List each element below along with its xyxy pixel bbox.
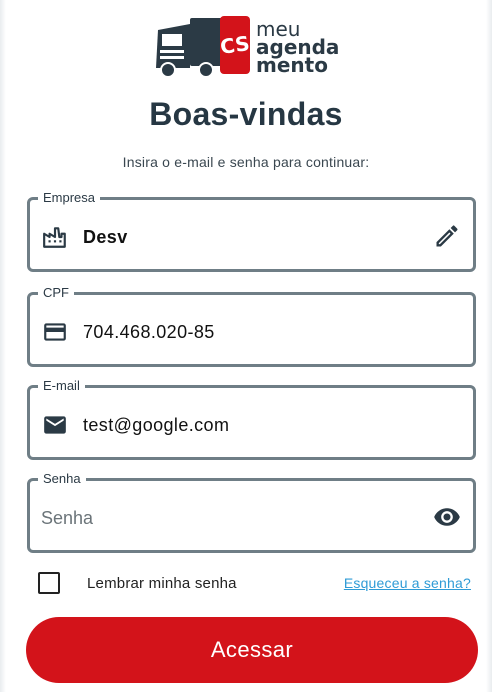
- password-input[interactable]: [41, 505, 421, 531]
- logo-badge: CS: [219, 31, 252, 59]
- logo-line-3: mento: [256, 53, 328, 77]
- mail-icon: [42, 412, 68, 438]
- factory-icon: [42, 224, 68, 250]
- email-value: test@google.com: [83, 415, 230, 435]
- login-button[interactable]: Acessar: [26, 617, 478, 683]
- email-label: E-mail: [38, 378, 85, 394]
- forgot-password-link[interactable]: Esqueceu a senha?: [344, 575, 471, 591]
- page-subtitle: Insira o e-mail e senha para continuar:: [122, 154, 370, 170]
- eye-icon[interactable]: [433, 503, 461, 531]
- company-label: Empresa: [38, 190, 101, 206]
- app-logo: CS meu agenda mento: [150, 10, 350, 84]
- remember-me[interactable]: Lembrar minha senha: [38, 572, 237, 594]
- company-field[interactable]: Empresa Desv: [27, 190, 476, 272]
- truck-logo-icon: CS: [156, 16, 252, 78]
- edit-icon[interactable]: [433, 222, 461, 250]
- password-field[interactable]: Senha: [27, 471, 476, 553]
- remember-checkbox[interactable]: [38, 572, 60, 594]
- remember-label: Lembrar minha senha: [87, 574, 237, 592]
- cpf-field[interactable]: CPF 704.468.020-85: [27, 285, 476, 367]
- email-field[interactable]: E-mail test@google.com: [27, 378, 476, 460]
- page-title: Boas-vindas: [149, 96, 343, 132]
- company-value: Desv: [83, 227, 128, 247]
- cpf-value: 704.468.020-85: [83, 322, 215, 342]
- password-label: Senha: [38, 471, 86, 487]
- logo-wordmark: meu agenda mento: [256, 19, 339, 77]
- cpf-label: CPF: [38, 285, 74, 301]
- credit-card-icon: [42, 319, 68, 345]
